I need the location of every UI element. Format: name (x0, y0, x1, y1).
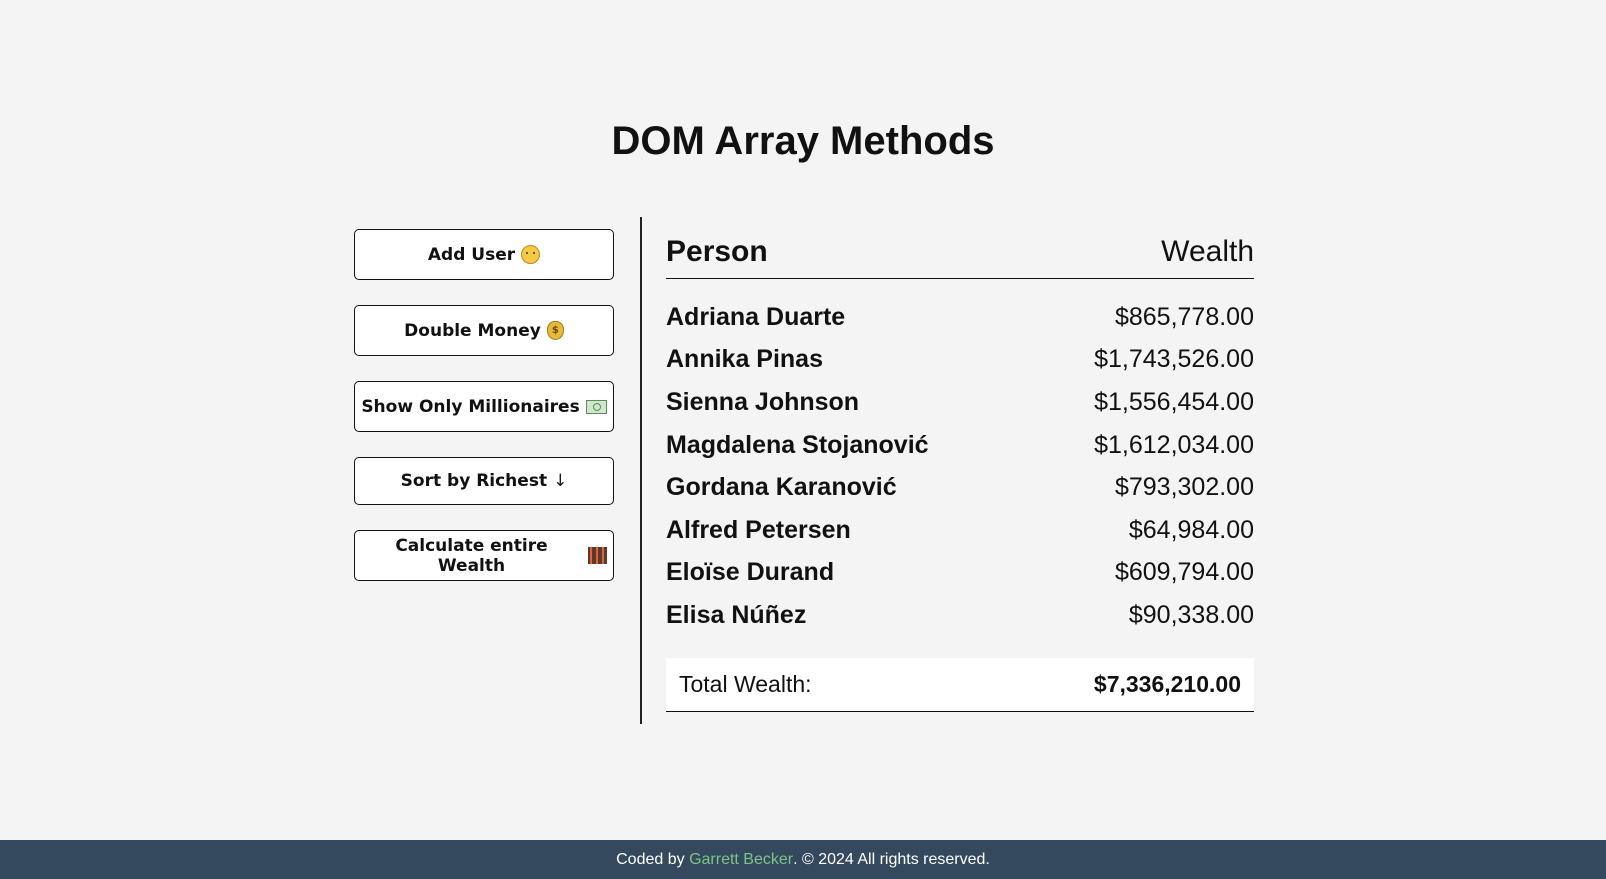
person-wealth: $793,302.00 (1114, 473, 1254, 502)
calculate-wealth-button[interactable]: Calculate entire Wealth (354, 530, 614, 581)
person-wealth: $90,338.00 (1128, 600, 1254, 629)
table-row: Elisa Núñez $90,338.00 (666, 594, 1254, 637)
person-name: Eloïse Durand (666, 558, 835, 587)
table-row: Annika Pinas $1,743,526.00 (666, 339, 1254, 382)
person-wealth: $1,556,454.00 (1094, 387, 1254, 416)
column-header-person: Person (666, 234, 768, 268)
total-wealth-label: Total Wealth: (679, 671, 812, 697)
table-row: Gordana Karanović $793,302.00 (666, 466, 1254, 509)
total-wealth-value: $7,336,210.00 (1093, 671, 1241, 697)
person-name: Sienna Johnson (666, 387, 860, 416)
table-row: Eloïse Durand $609,794.00 (666, 552, 1254, 595)
table-row: Adriana Duarte $865,778.00 (666, 296, 1254, 339)
person-name: Adriana Duarte (666, 302, 846, 331)
person-wealth: $1,612,034.00 (1094, 430, 1254, 459)
person-wealth: $609,794.00 (1114, 558, 1254, 587)
sort-richest-label: Sort by Richest (400, 471, 548, 491)
person-name: Annika Pinas (666, 345, 823, 374)
table-header: Person Wealth (666, 225, 1254, 279)
double-money-label: Double Money (404, 320, 541, 341)
table-rows: Adriana Duarte $865,778.00 Annika Pinas … (666, 296, 1254, 637)
person-wealth: $865,778.00 (1114, 302, 1254, 331)
face-icon (521, 245, 541, 264)
footer: Coded by Garrett Becker . © 2024 All rig… (0, 840, 1606, 879)
person-name: Gordana Karanović (666, 473, 897, 502)
table-row: Sienna Johnson $1,556,454.00 (666, 381, 1254, 424)
show-millionaires-label: Show Only Millionaires (361, 396, 580, 417)
table-row: Magdalena Stojanović $1,612,034.00 (666, 424, 1254, 467)
show-millionaires-button[interactable]: Show Only Millionaires (354, 381, 614, 432)
person-name: Elisa Núñez (666, 600, 807, 629)
table-row: Alfred Petersen $64,984.00 (666, 509, 1254, 552)
sort-richest-button[interactable]: Sort by Richest ↓ (354, 457, 614, 505)
page-title: DOM Array Methods (611, 119, 995, 163)
author-link[interactable]: Garrett Becker (689, 851, 793, 869)
footer-prefix: Coded by (616, 850, 690, 868)
column-header-wealth: Wealth (1161, 234, 1254, 268)
calculate-wealth-label: Calculate entire Wealth (395, 535, 548, 576)
person-wealth: $64,984.00 (1128, 515, 1254, 544)
person-name: Alfred Petersen (666, 515, 851, 544)
abacus-icon (588, 547, 607, 564)
money-bag-icon: $ (546, 321, 564, 340)
person-name: Magdalena Stojanović (666, 430, 929, 459)
wealth-table: Person Wealth Adriana Duarte $865,778.00… (666, 225, 1254, 637)
dollar-bill-icon (585, 399, 607, 414)
arrow-down-icon: ↓ (553, 471, 568, 491)
vertical-divider (640, 217, 642, 724)
add-user-label: Add User (427, 244, 516, 265)
total-wealth-row: Total Wealth: $7,336,210.00 (666, 658, 1254, 712)
double-money-button[interactable]: Double Money $ (354, 305, 614, 356)
footer-suffix: . © 2024 All rights reserved. (793, 850, 990, 868)
person-wealth: $1,743,526.00 (1094, 345, 1254, 374)
add-user-button[interactable]: Add User (354, 229, 614, 280)
